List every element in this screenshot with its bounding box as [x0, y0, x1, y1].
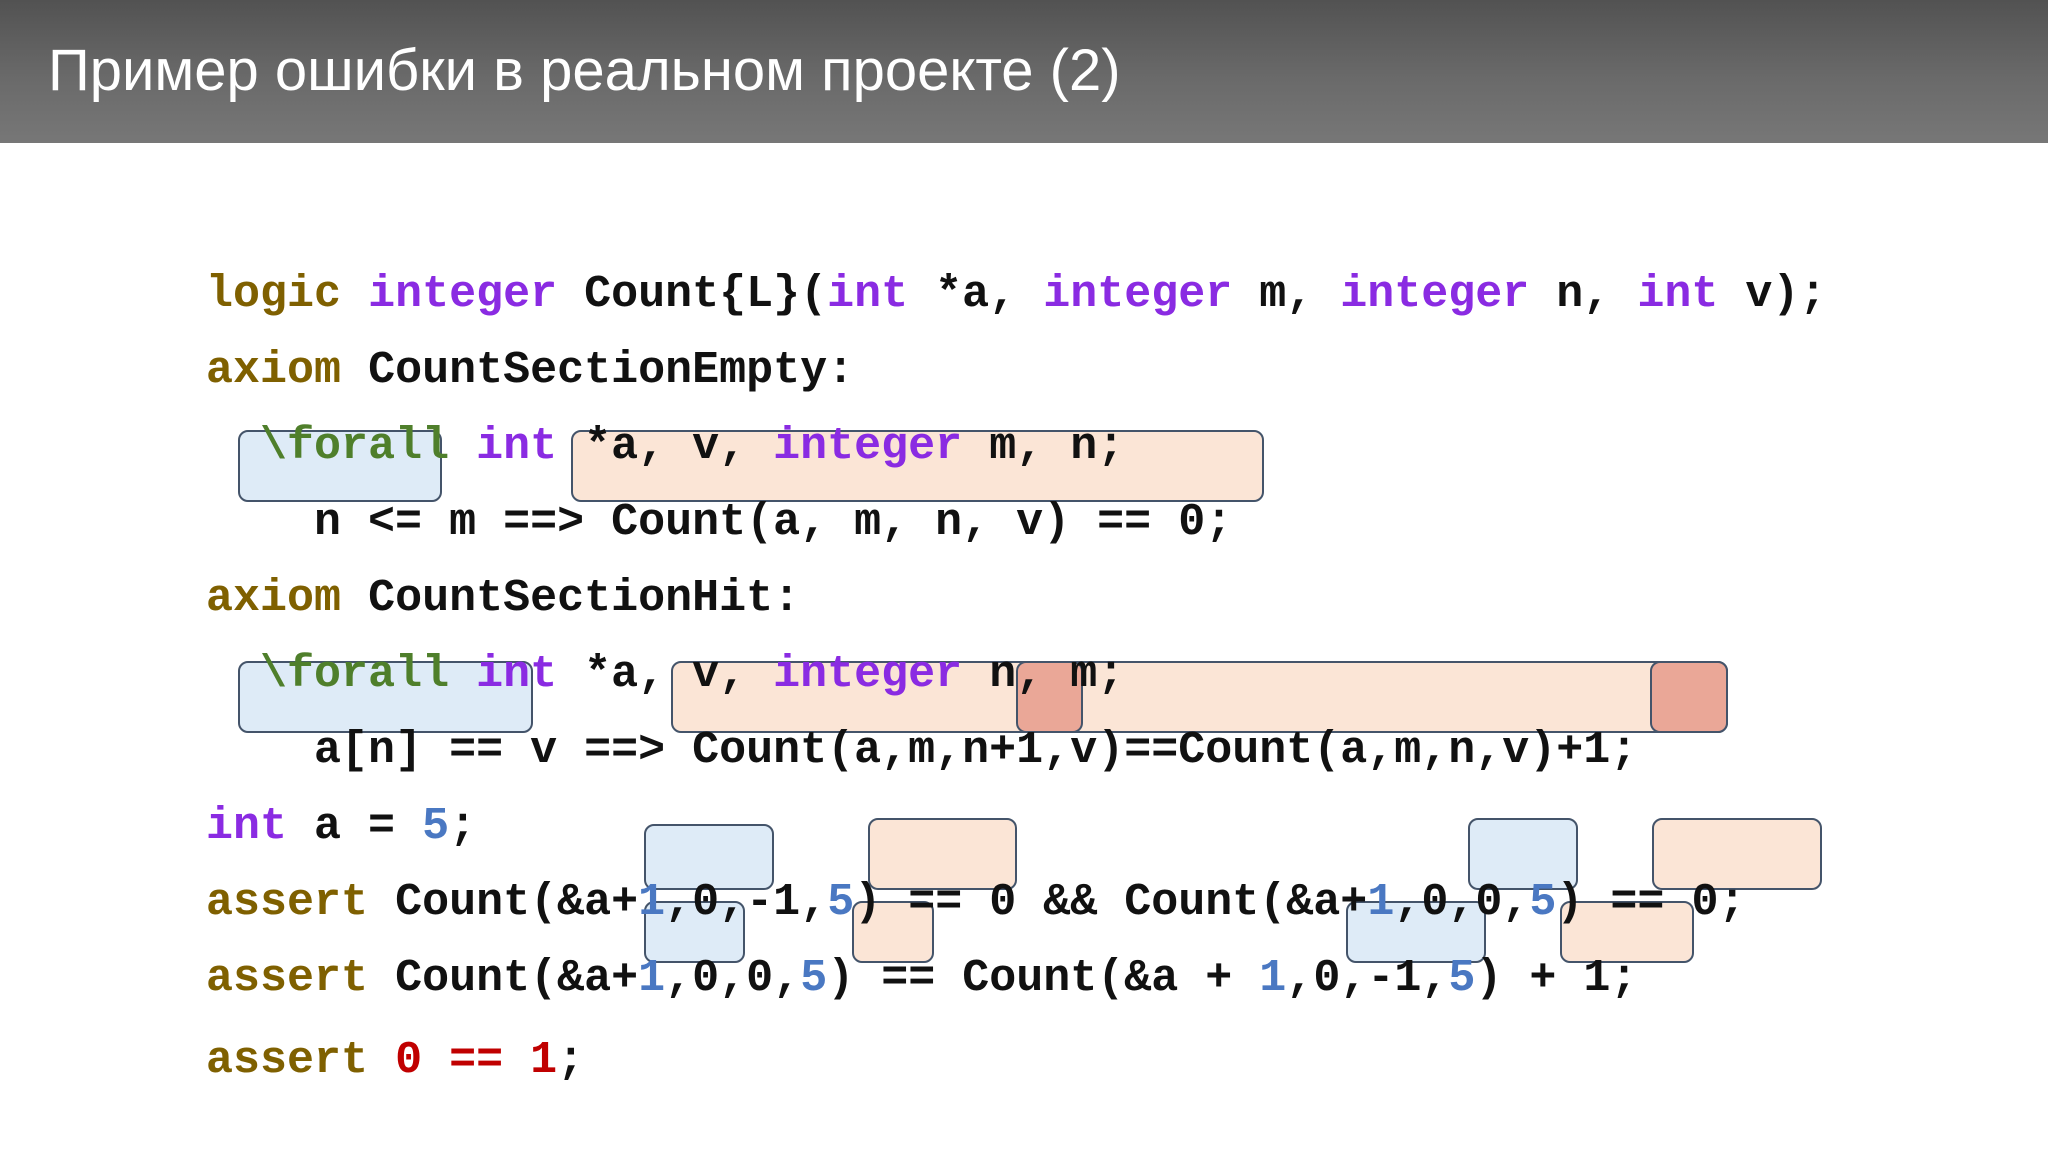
code-line-9: assert Count(&a+1,0,-1,5) == 0 && Count(…	[206, 877, 1746, 928]
keyword-assert: assert	[206, 1035, 369, 1086]
false-assert-zero: 0	[395, 1035, 423, 1086]
code-line-11: assert 0 == 1;	[206, 1035, 585, 1086]
highlight-plus-one-2	[1650, 661, 1728, 733]
code-line-4: n <= m ==> Count(a, m, n, v) == 0;	[206, 497, 1233, 548]
type-integer: integer	[1340, 269, 1530, 320]
code-line-10: assert Count(&a+1,0,0,5) == Count(&a + 1…	[206, 953, 1638, 1004]
type-integer: integer	[1043, 269, 1233, 320]
plus-one-highlight: +1	[1556, 725, 1611, 776]
false-assert-one: 1	[530, 1035, 558, 1086]
code-line-6: \forall int *a, v, integer n, m;	[260, 649, 1125, 700]
code-line-2: axiom CountSectionEmpty:	[206, 345, 855, 396]
code-line-7: a[n] == v ==> Count(a,m,n+1,v)==Count(a,…	[206, 725, 1638, 776]
code-line-1: logic integer Count{L}(int *a, integer m…	[206, 269, 1827, 320]
type-int: int	[1637, 269, 1719, 320]
code-line-8: int a = 5;	[206, 801, 477, 852]
plus-one-highlight: +1	[989, 725, 1044, 776]
false-assert-eq: ==	[449, 1035, 504, 1086]
code-line-3: \forall int *a, v, integer m, n;	[260, 421, 1125, 472]
code-line-5: axiom CountSectionHit:	[206, 573, 801, 624]
